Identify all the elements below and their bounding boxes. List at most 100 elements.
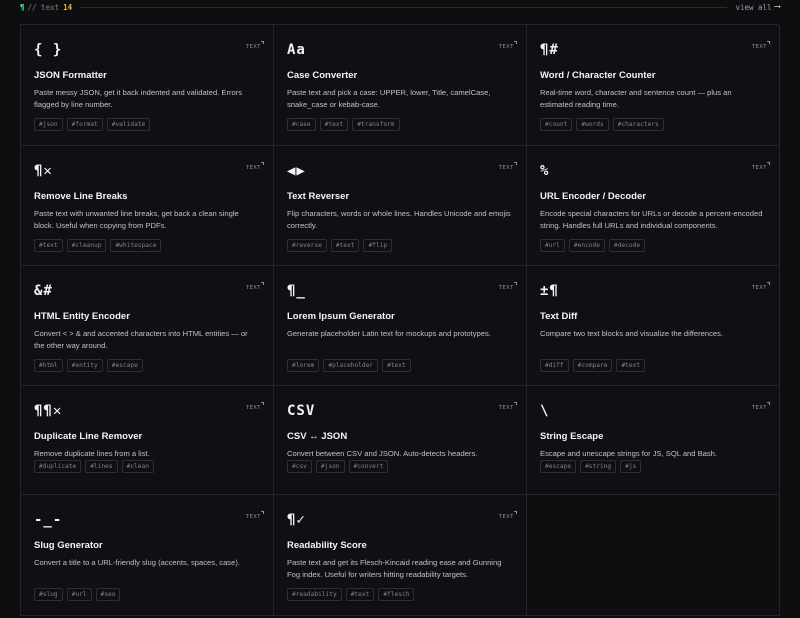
tag-chip[interactable]: #text	[616, 359, 646, 372]
tag-chip[interactable]: #flip	[363, 239, 393, 252]
badge-label: TEXT	[751, 165, 767, 171]
text-category-badge: TEXT	[499, 511, 517, 520]
tool-glyph-icon: ¶¶✕	[34, 403, 63, 419]
tag-list: #json #format #validate	[34, 118, 151, 131]
tag-chip[interactable]: #cleanup	[66, 239, 107, 252]
tag-chip[interactable]: #text	[34, 239, 63, 252]
corner-arrow-icon	[767, 162, 770, 165]
tag-list: #slug #url #seo	[34, 588, 121, 601]
tool-card-slug-generator[interactable]: -_- TEXT Slug Generator Convert a title to …	[21, 495, 274, 616]
view-all-link[interactable]: view all ⟶	[735, 2, 780, 12]
tag-chip[interactable]: #transform	[352, 118, 400, 131]
tool-title: Duplicate Line Remover	[34, 431, 143, 442]
tool-title: Word / Character Counter	[540, 70, 656, 81]
tag-chip[interactable]: #case	[287, 118, 316, 131]
tag-chip[interactable]: #html	[34, 359, 63, 372]
tag-chip[interactable]: #string	[580, 460, 617, 473]
tool-card-text-reverser[interactable]: ◀▶ TEXT Text Reverser Flip characters, word…	[274, 146, 527, 266]
view-all-label: view all	[735, 2, 772, 12]
tag-chip[interactable]: #url	[540, 239, 565, 252]
corner-arrow-icon	[261, 41, 264, 44]
tool-glyph-icon: CSV	[287, 403, 316, 419]
text-category-badge: TEXT	[246, 402, 264, 411]
badge-label: TEXT	[498, 165, 514, 171]
tag-chip[interactable]: #lorem	[287, 359, 320, 372]
tool-description: Paste messy JSON, get it back indented a…	[34, 88, 243, 109]
tag-chip[interactable]: #convert	[348, 460, 389, 473]
tool-card-string-escape[interactable]: \ TEXT String Escape Escape and unescape st…	[527, 386, 780, 495]
tool-card-remove-line-breaks[interactable]: ¶✕ TEXT Remove Line Breaks Paste text with …	[21, 146, 274, 266]
tag-list: #html #entity #escape	[34, 359, 143, 372]
tag-list: #text #cleanup #whitespace	[34, 239, 162, 252]
tag-chip[interactable]: #csv	[287, 460, 312, 473]
tag-list: #reverse #text #flip	[287, 239, 393, 252]
tag-chip[interactable]: #entity	[66, 359, 103, 372]
tool-card-word-character-counter[interactable]: ¶# TEXT Word / Character Counter Real-time …	[527, 25, 780, 146]
arrow-right-icon: ⟶	[774, 2, 780, 12]
tag-chip[interactable]: #escape	[106, 359, 143, 372]
corner-arrow-icon	[261, 511, 264, 514]
tag-chip[interactable]: #seo	[95, 588, 121, 601]
tool-card-json-formatter[interactable]: { } TEXT JSON Formatter Paste messy JSON, g…	[21, 25, 274, 146]
tool-card-csv-json[interactable]: CSV TEXT CSV ↔ JSON Convert between CSV and…	[274, 386, 527, 495]
badge-label: TEXT	[498, 285, 514, 291]
tool-title: JSON Formatter	[34, 70, 107, 81]
tag-chip[interactable]: #validate	[106, 118, 151, 131]
corner-arrow-icon	[767, 41, 770, 44]
tag-chip[interactable]: #encode	[568, 239, 605, 252]
tag-chip[interactable]: #text	[330, 239, 360, 252]
tool-card-duplicate-line-remover[interactable]: ¶¶✕ TEXT Duplicate Line Remover Remove dupl…	[21, 386, 274, 495]
section-header: ¶ // text 14 view all ⟶	[20, 0, 780, 14]
badge-label: TEXT	[498, 44, 514, 50]
tool-card-lorem-ipsum-generator[interactable]: ¶_ TEXT Lorem Ipsum Generator Generate plac…	[274, 266, 527, 386]
tool-title: CSV ↔ JSON	[287, 431, 348, 442]
tool-description: Paste text and get its Flesch-Kincaid re…	[287, 558, 502, 579]
tag-chip[interactable]: #duplicate	[34, 460, 82, 473]
tag-chip[interactable]: #compare	[572, 359, 613, 372]
tool-card-case-converter[interactable]: Aa TEXT Case Converter Paste text and pick …	[274, 25, 527, 146]
tool-glyph-icon: ¶_	[287, 283, 306, 299]
tag-chip[interactable]: #text	[382, 359, 411, 372]
tag-chip[interactable]: #readability	[287, 588, 342, 601]
tag-chip[interactable]: #diff	[540, 359, 569, 372]
tag-chip[interactable]: #words	[576, 118, 609, 131]
tag-chip[interactable]: #json	[34, 118, 63, 131]
tool-count: 14	[63, 2, 73, 12]
tag-chip[interactable]: #reverse	[287, 239, 327, 252]
corner-arrow-icon	[514, 511, 517, 514]
text-category-badge: TEXT	[246, 162, 264, 171]
tag-chip[interactable]: #text	[345, 588, 375, 601]
tag-chip[interactable]: #characters	[612, 118, 664, 131]
text-category-badge: TEXT	[246, 511, 264, 520]
tag-list: #url #encode #decode	[540, 239, 646, 252]
tool-title: Lorem Ipsum Generator	[287, 311, 395, 322]
tool-title: String Escape	[540, 431, 604, 442]
text-category-badge: TEXT	[752, 41, 770, 50]
tag-chip[interactable]: #url	[66, 588, 92, 601]
tag-chip[interactable]: #json	[315, 460, 345, 473]
tool-card-url-encoder-decoder[interactable]: % TEXT URL Encoder / Decoder Encode special…	[527, 146, 780, 266]
tool-glyph-icon: ◀▶	[287, 163, 306, 179]
tool-card-readability-score[interactable]: ¶✓ TEXT Readability Score Paste text and ge…	[274, 495, 527, 616]
tag-list: #duplicate #lines #clean	[34, 460, 154, 473]
tag-chip[interactable]: #placeholder	[323, 359, 379, 372]
tag-chip[interactable]: #js	[620, 460, 642, 473]
tool-description: Convert between CSV and JSON. Auto-detec…	[287, 449, 478, 458]
tool-card-html-entity-encoder[interactable]: &# TEXT HTML Entity Encoder Convert < > & a…	[21, 266, 274, 386]
tool-card-text-diff[interactable]: ±¶ TEXT Text Diff Compare two text blocks a…	[527, 266, 780, 386]
tool-description: Compare two text blocks and visualize th…	[540, 329, 724, 338]
text-category-badge: TEXT	[752, 402, 770, 411]
tag-chip[interactable]: #lines	[85, 460, 118, 473]
tag-chip[interactable]: #format	[66, 118, 103, 131]
tag-chip[interactable]: #text	[319, 118, 349, 131]
tag-chip[interactable]: #whitespace	[110, 239, 162, 252]
tag-chip[interactable]: #decode	[608, 239, 646, 252]
text-category-badge: TEXT	[499, 402, 517, 411]
text-category-badge: TEXT	[246, 282, 264, 291]
tag-chip[interactable]: #clean	[121, 460, 154, 473]
tool-title: Text Diff	[540, 311, 578, 322]
tag-chip[interactable]: #count	[540, 118, 573, 131]
tag-chip[interactable]: #escape	[540, 460, 577, 473]
tag-chip[interactable]: #flesch	[378, 588, 415, 601]
tag-chip[interactable]: #slug	[34, 588, 63, 601]
